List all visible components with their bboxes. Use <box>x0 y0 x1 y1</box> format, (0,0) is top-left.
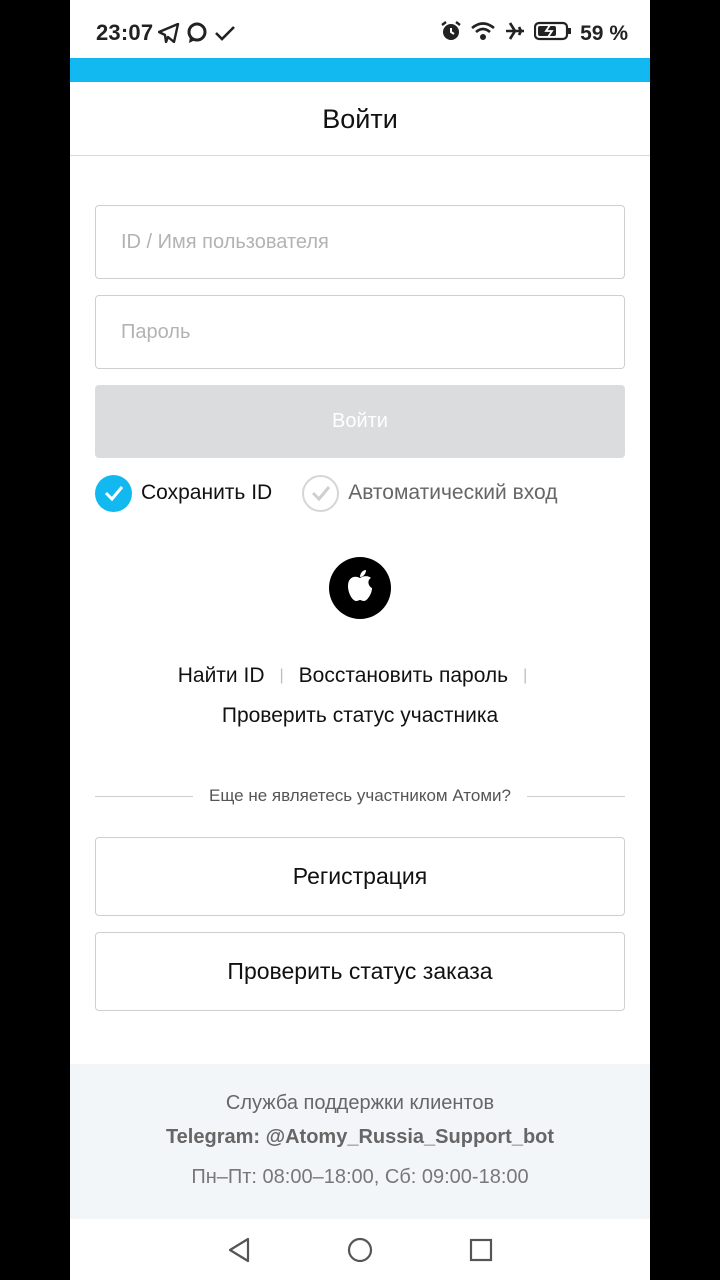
link-separator: | <box>523 667 528 684</box>
airplane-icon <box>504 20 526 47</box>
check-member-status-link[interactable]: Проверить статус участника <box>222 704 498 727</box>
wifi-icon <box>470 20 496 47</box>
auto-login-label: Автоматический вход <box>348 481 558 504</box>
home-icon[interactable] <box>345 1235 375 1265</box>
support-title: Служба поддержки клиентов <box>225 1092 495 1114</box>
check-icon <box>214 24 236 47</box>
support-footer: Служба поддержки клиентов Telegram: @Ato… <box>70 1064 650 1219</box>
status-bar: 23:07 59 % <box>70 0 650 58</box>
restore-password-link[interactable]: Восстановить пароль <box>299 664 508 688</box>
status-notification-icons <box>157 22 236 49</box>
save-id-label: Сохранить ID <box>141 481 273 504</box>
username-input[interactable] <box>95 205 625 279</box>
apple-login-button[interactable] <box>329 557 391 619</box>
signup-divider: Еще не являетесь участником Атоми? <box>95 786 625 806</box>
battery-charging-icon <box>534 20 572 47</box>
signup-prompt: Еще не являетесь участником Атоми? <box>209 786 511 805</box>
support-hours: Пн–Пт: 08:00–18:00, Сб: 09:00-18:00 <box>191 1166 529 1188</box>
chat-bubble-icon <box>186 22 208 49</box>
status-time: 23:07 <box>96 20 154 45</box>
password-input[interactable] <box>95 295 625 369</box>
recents-icon[interactable] <box>466 1235 496 1265</box>
account-links: Найти ID | Восстановить пароль | Провери… <box>70 664 650 728</box>
alarm-icon <box>440 20 462 47</box>
telegram-icon <box>157 22 180 48</box>
battery-percent: 59 % <box>580 21 628 45</box>
status-system-icons: 59 % <box>440 20 628 47</box>
find-id-link[interactable]: Найти ID <box>178 664 265 688</box>
checkmark-icon <box>302 474 340 512</box>
divider-line <box>527 795 625 797</box>
top-accent-bar <box>70 58 650 82</box>
app-screen: 23:07 59 % Войти ID / Имя пользователя В… <box>70 0 650 1280</box>
login-button[interactable]: Войти <box>95 385 625 458</box>
page-title: Войти <box>322 104 398 134</box>
register-button[interactable]: Регистрация <box>95 837 625 916</box>
page-header: Войти <box>70 82 650 156</box>
link-separator: | <box>279 667 284 684</box>
check-order-status-button[interactable]: Проверить статус заказа <box>95 932 625 1011</box>
divider-line <box>95 795 193 797</box>
system-nav-bar <box>70 1219 650 1280</box>
support-telegram[interactable]: Telegram: @Atomy_Russia_Support_bot <box>70 1126 650 1149</box>
checkmark-icon <box>95 474 132 512</box>
auto-login-checkbox[interactable]: Автоматический вход <box>302 474 558 512</box>
login-options: Сохранить ID Автоматический вход <box>95 474 557 512</box>
apple-icon <box>345 569 375 608</box>
back-icon[interactable] <box>224 1235 254 1265</box>
save-id-checkbox[interactable]: Сохранить ID <box>95 474 273 512</box>
